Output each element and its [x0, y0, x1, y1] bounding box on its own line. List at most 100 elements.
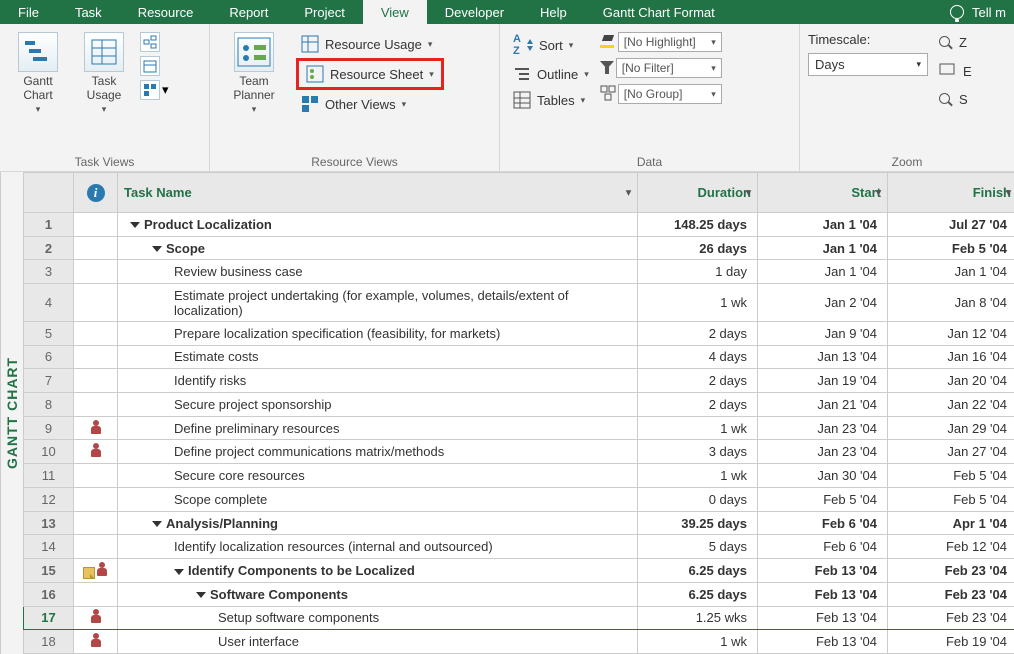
table-row[interactable]: 11Secure core resources1 wkJan 30 '04Feb… — [24, 464, 1014, 488]
finish-cell[interactable]: Jan 20 '04 — [888, 369, 1014, 393]
table-row[interactable]: 3Review business case1 dayJan 1 '04Jan 1… — [24, 260, 1014, 284]
team-planner-button[interactable]: Team Planner ▾ — [218, 30, 290, 153]
group-select[interactable]: [No Group]▾ — [618, 84, 722, 104]
finish-cell[interactable]: Feb 23 '04 — [888, 606, 1014, 630]
row-number[interactable]: 7 — [24, 369, 74, 393]
duration-cell[interactable]: 1 day — [638, 260, 758, 284]
resource-usage-button[interactable]: Resource Usage▾ — [296, 32, 444, 56]
start-cell[interactable]: Jan 30 '04 — [758, 464, 888, 488]
tab-project[interactable]: Project — [286, 0, 362, 24]
duration-cell[interactable]: 1 wk — [638, 464, 758, 488]
table-row[interactable]: 8Secure project sponsorship2 daysJan 21 … — [24, 393, 1014, 417]
finish-cell[interactable]: Jan 8 '04 — [888, 284, 1014, 322]
timescale-select[interactable]: Days▾ — [808, 53, 928, 76]
duration-cell[interactable]: 148.25 days — [638, 213, 758, 237]
collapse-icon[interactable] — [196, 592, 206, 598]
start-cell[interactable]: Jan 23 '04 — [758, 440, 888, 464]
duration-cell[interactable]: 2 days — [638, 393, 758, 417]
tab-help[interactable]: Help — [522, 0, 585, 24]
finish-cell[interactable]: Jan 16 '04 — [888, 345, 1014, 369]
table-row[interactable]: 13Analysis/Planning39.25 daysFeb 6 '04Ap… — [24, 511, 1014, 535]
other-task-views-button[interactable] — [140, 80, 160, 100]
start-header[interactable]: Start▾ — [758, 173, 888, 213]
start-cell[interactable]: Jan 9 '04 — [758, 321, 888, 345]
task-name-cell[interactable]: Review business case — [118, 260, 638, 284]
finish-cell[interactable]: Feb 5 '04 — [888, 487, 1014, 511]
row-number[interactable]: 1 — [24, 213, 74, 237]
start-cell[interactable]: Feb 5 '04 — [758, 487, 888, 511]
finish-cell[interactable]: Apr 1 '04 — [888, 511, 1014, 535]
gantt-chart-button[interactable]: Gantt Chart ▾ — [8, 30, 68, 153]
chevron-down-icon[interactable]: ▾ — [1006, 187, 1011, 198]
start-cell[interactable]: Feb 13 '04 — [758, 559, 888, 583]
finish-cell[interactable]: Jan 27 '04 — [888, 440, 1014, 464]
table-row[interactable]: 18User interface1 wkFeb 13 '04Feb 19 '04 — [24, 630, 1014, 654]
start-cell[interactable]: Feb 6 '04 — [758, 535, 888, 559]
table-row[interactable]: 2Scope26 daysJan 1 '04Feb 5 '04 — [24, 236, 1014, 260]
table-row[interactable]: 1Product Localization148.25 daysJan 1 '0… — [24, 213, 1014, 237]
filter-select[interactable]: [No Filter]▾ — [616, 58, 722, 78]
duration-cell[interactable]: 0 days — [638, 487, 758, 511]
tab-gantt-chart-format[interactable]: Gantt Chart Format — [585, 0, 733, 24]
task-name-cell[interactable]: Identify localization resources (interna… — [118, 535, 638, 559]
tab-resource[interactable]: Resource — [120, 0, 212, 24]
collapse-icon[interactable] — [174, 569, 184, 575]
network-diagram-button[interactable] — [140, 32, 160, 52]
finish-cell[interactable]: Feb 5 '04 — [888, 236, 1014, 260]
table-row[interactable]: 17Setup software components1.25 wksFeb 1… — [24, 606, 1014, 630]
task-name-cell[interactable]: Product Localization — [118, 213, 638, 237]
start-cell[interactable]: Jan 2 '04 — [758, 284, 888, 322]
collapse-icon[interactable] — [152, 521, 162, 527]
duration-cell[interactable]: 39.25 days — [638, 511, 758, 535]
entire-project-button[interactable]: E — [934, 59, 977, 83]
row-number[interactable]: 13 — [24, 511, 74, 535]
task-name-cell[interactable]: Define project communications matrix/met… — [118, 440, 638, 464]
table-row[interactable]: 12Scope complete0 daysFeb 5 '04Feb 5 '04 — [24, 487, 1014, 511]
duration-cell[interactable]: 2 days — [638, 321, 758, 345]
task-name-cell[interactable]: Scope — [118, 236, 638, 260]
start-cell[interactable]: Feb 6 '04 — [758, 511, 888, 535]
duration-cell[interactable]: 26 days — [638, 236, 758, 260]
highlight-filter[interactable]: [No Highlight]▾ — [618, 32, 722, 52]
row-number[interactable]: 5 — [24, 321, 74, 345]
tab-view[interactable]: View — [363, 0, 427, 24]
task-name-cell[interactable]: Secure core resources — [118, 464, 638, 488]
duration-cell[interactable]: 4 days — [638, 345, 758, 369]
chevron-down-icon[interactable]: ▾ — [876, 187, 881, 198]
chevron-down-icon[interactable]: ▾ — [626, 187, 631, 198]
tab-report[interactable]: Report — [211, 0, 286, 24]
table-row[interactable]: 5 Prepare localization specification (fea… — [24, 321, 1014, 345]
tab-task[interactable]: Task — [57, 0, 120, 24]
duration-cell[interactable]: 6.25 days — [638, 582, 758, 606]
row-number[interactable]: 10 — [24, 440, 74, 464]
task-name-cell[interactable]: Setup software components — [118, 606, 638, 630]
task-name-cell[interactable]: Estimate project undertaking (for exampl… — [118, 284, 638, 322]
view-bar[interactable]: GANTT CHART — [0, 172, 23, 654]
task-name-cell[interactable]: Prepare localization specification (feas… — [118, 321, 638, 345]
table-row[interactable]: 15Identify Components to be Localized6.2… — [24, 559, 1014, 583]
resource-sheet-button[interactable]: Resource Sheet▾ — [301, 62, 439, 86]
task-name-cell[interactable]: Identify Components to be Localized — [118, 559, 638, 583]
duration-header[interactable]: Duration▾ — [638, 173, 758, 213]
finish-cell[interactable]: Feb 12 '04 — [888, 535, 1014, 559]
rownum-header[interactable] — [24, 173, 74, 213]
finish-cell[interactable]: Jan 29 '04 — [888, 416, 1014, 440]
tell-me[interactable]: Tell m — [942, 5, 1014, 20]
other-views-button[interactable]: Other Views▾ — [296, 92, 444, 116]
row-number[interactable]: 11 — [24, 464, 74, 488]
row-number[interactable]: 2 — [24, 236, 74, 260]
row-number[interactable]: 12 — [24, 487, 74, 511]
collapse-icon[interactable] — [130, 222, 140, 228]
finish-cell[interactable]: Feb 23 '04 — [888, 582, 1014, 606]
table-row[interactable]: 14Identify localization resources (inter… — [24, 535, 1014, 559]
table-row[interactable]: 16Software Components6.25 daysFeb 13 '04… — [24, 582, 1014, 606]
task-name-cell[interactable]: Identify risks — [118, 369, 638, 393]
start-cell[interactable]: Jan 1 '04 — [758, 260, 888, 284]
task-name-cell[interactable]: Scope complete — [118, 487, 638, 511]
task-name-cell[interactable]: User interface — [118, 630, 638, 654]
finish-cell[interactable]: Jul 27 '04 — [888, 213, 1014, 237]
finish-cell[interactable]: Jan 1 '04 — [888, 260, 1014, 284]
start-cell[interactable]: Jan 13 '04 — [758, 345, 888, 369]
tab-developer[interactable]: Developer — [427, 0, 522, 24]
task-name-header[interactable]: Task Name▾ — [118, 173, 638, 213]
